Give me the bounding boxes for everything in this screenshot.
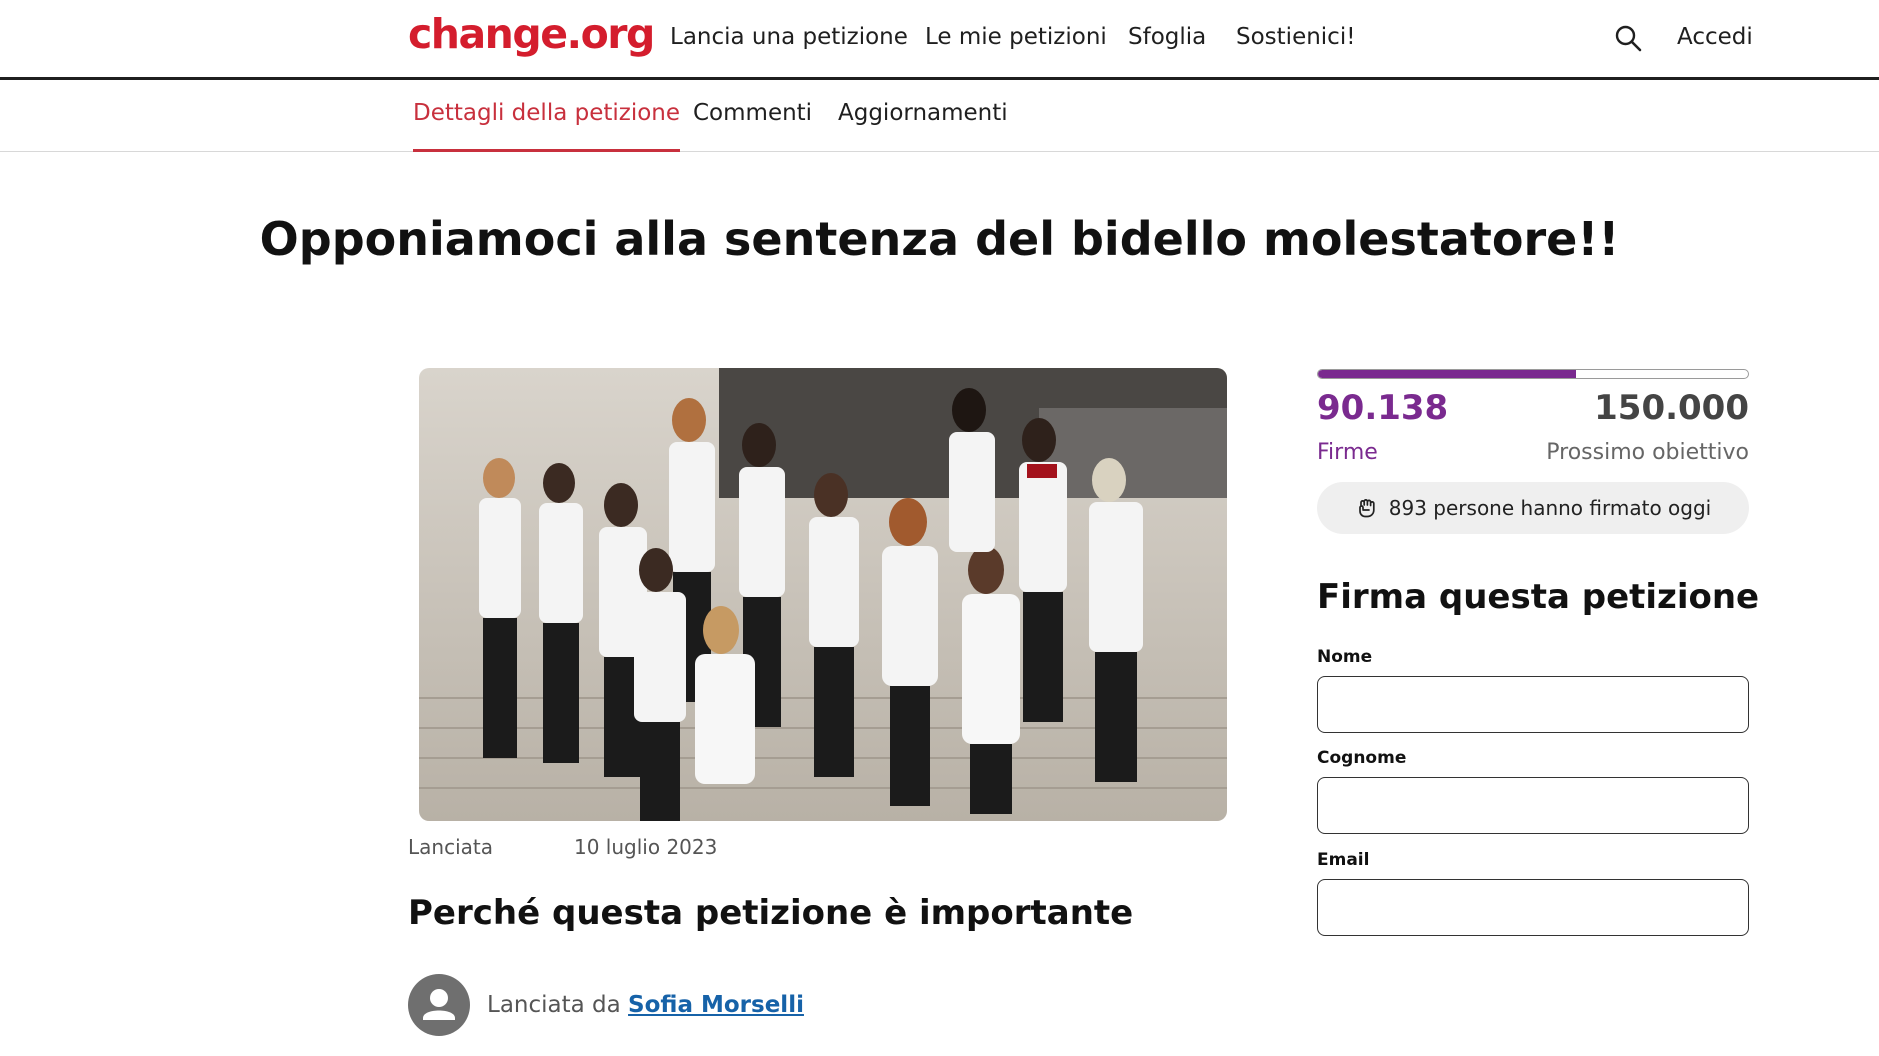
- next-goal-label: Prossimo obiettivo: [1546, 440, 1749, 465]
- search-icon[interactable]: [1614, 24, 1642, 52]
- user-icon: [423, 989, 455, 1020]
- email-label: Email: [1317, 850, 1370, 870]
- nav-support[interactable]: Sostienici!: [1236, 24, 1355, 50]
- sign-in-link[interactable]: Accedi: [1677, 24, 1753, 50]
- signed-today-text: 893 persone hanno firmato oggi: [1388, 496, 1712, 520]
- launched-label: Lanciata: [408, 835, 493, 859]
- signature-count: 90.138: [1317, 388, 1449, 428]
- signed-today-badge: 893 persone hanno firmato oggi: [1317, 482, 1749, 534]
- tab-updates[interactable]: Aggiornamenti: [838, 100, 1008, 152]
- nav-my-petitions[interactable]: Le mie petizioni: [925, 24, 1107, 50]
- email-field[interactable]: [1317, 879, 1749, 936]
- why-important-heading: Perché questa petizione è importante: [408, 893, 1134, 933]
- change-org-logo[interactable]: change.org: [408, 10, 655, 58]
- petition-photo: [419, 368, 1227, 821]
- top-navbar: change.org Lancia una petizione Le mie p…: [0, 0, 1879, 80]
- nav-browse[interactable]: Sfoglia: [1128, 24, 1206, 50]
- started-by-text: Lanciata da Sofia Morselli: [487, 992, 804, 1018]
- nav-start-petition[interactable]: Lancia una petizione: [670, 24, 908, 50]
- launched-date: 10 luglio 2023: [574, 835, 718, 859]
- sign-form-heading: Firma questa petizione: [1317, 577, 1760, 617]
- petition-title: Opponiamoci alla sentenza del bidello mo…: [259, 212, 1620, 266]
- signatures-label: Firme: [1317, 440, 1378, 465]
- tab-comments[interactable]: Commenti: [693, 100, 812, 152]
- signature-progress-fill: [1318, 370, 1577, 378]
- last-name-field[interactable]: [1317, 777, 1749, 834]
- signature-goal: 150.000: [1594, 388, 1749, 428]
- author-link[interactable]: Sofia Morselli: [628, 992, 804, 1018]
- started-by-prefix: Lanciata da: [487, 992, 629, 1018]
- signature-progress-bar: [1317, 369, 1749, 379]
- tab-petition-details[interactable]: Dettagli della petizione: [413, 100, 681, 152]
- first-name-field[interactable]: [1317, 676, 1749, 733]
- author-avatar: [408, 974, 470, 1036]
- petition-tabs: Dettagli della petizione Commenti Aggior…: [0, 80, 1879, 152]
- raised-fist-icon: [1358, 499, 1375, 518]
- first-name-label: Nome: [1317, 647, 1373, 667]
- last-name-label: Cognome: [1317, 748, 1407, 768]
